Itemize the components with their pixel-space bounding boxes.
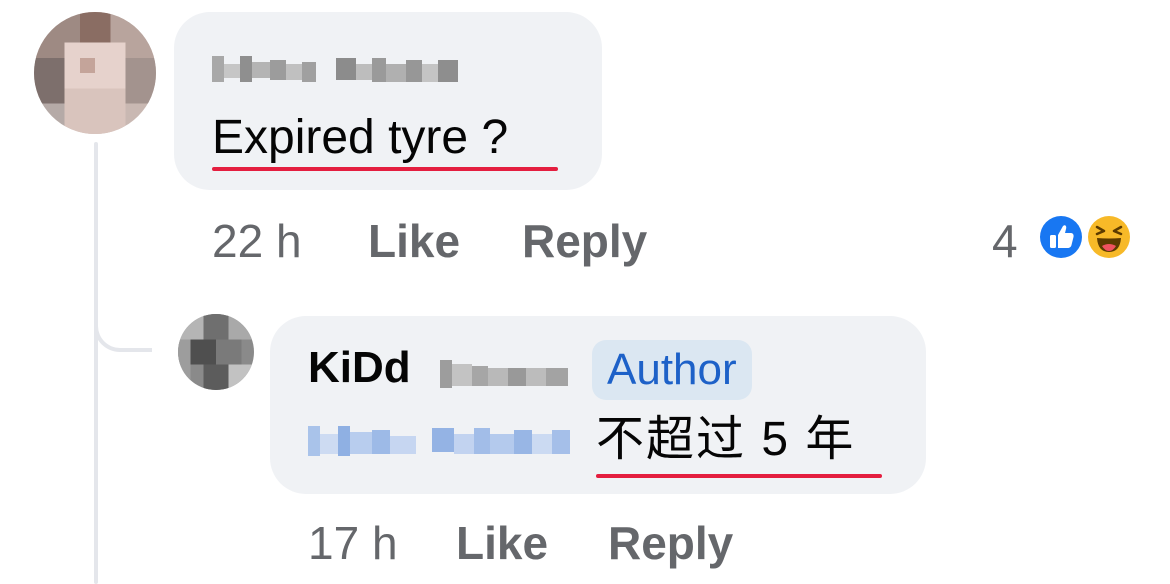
spellcheck-underline	[212, 167, 558, 171]
avatar-image	[178, 314, 254, 390]
haha-reaction-icon[interactable]	[1084, 212, 1134, 262]
comment-text: Expired tyre ?	[212, 111, 509, 164]
reaction-count[interactable]: 4	[992, 218, 1018, 264]
obscured-author-name	[212, 56, 458, 82]
author-badge: Author	[592, 340, 752, 400]
reply-button[interactable]: Reply	[608, 520, 733, 566]
reply-connector	[94, 300, 152, 352]
comment-timestamp[interactable]: 22 h	[212, 218, 302, 264]
like-reaction-icon[interactable]	[1036, 212, 1086, 262]
reply-text: 不超过 5 年	[596, 413, 856, 466]
reply-timestamp[interactable]: 17 h	[308, 520, 398, 566]
reply-button[interactable]: Reply	[522, 218, 647, 264]
like-button[interactable]: Like	[456, 520, 548, 566]
thread-line	[94, 142, 98, 584]
obscured-author-surname	[440, 360, 568, 388]
author-avatar[interactable]	[178, 314, 254, 390]
commenter-avatar[interactable]	[34, 12, 156, 134]
author-name[interactable]: KiDd	[308, 346, 411, 390]
like-button[interactable]: Like	[368, 218, 460, 264]
obscured-mention-tag	[308, 426, 570, 456]
spellcheck-underline	[596, 474, 882, 478]
avatar-image	[34, 12, 156, 134]
